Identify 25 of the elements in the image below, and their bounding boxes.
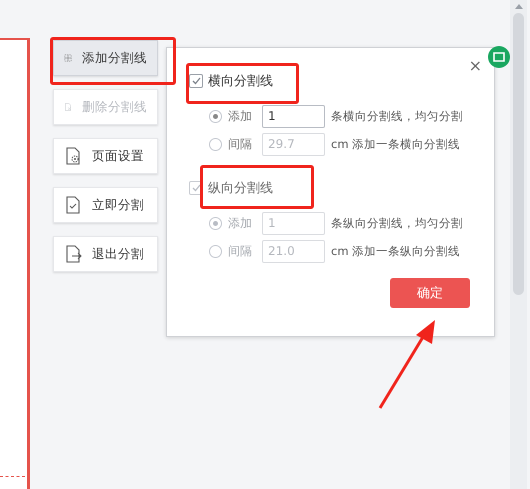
check-icon <box>192 184 200 192</box>
app-icon[interactable] <box>488 46 510 68</box>
check-icon <box>192 77 200 85</box>
document-check-icon <box>64 196 82 214</box>
radio-button[interactable] <box>209 110 222 122</box>
sidebar-button[interactable]: 页面设置 <box>53 138 158 174</box>
confirm-button[interactable]: 确定 <box>390 278 470 308</box>
scroll-up-icon[interactable] <box>514 4 522 9</box>
sidebar-button[interactable]: 添加分割线 <box>53 40 158 76</box>
number-field[interactable]: 1 <box>262 104 325 128</box>
section-checkbox[interactable]: 横向分割线 <box>189 72 494 90</box>
document-arrow-icon <box>64 245 82 263</box>
option-label: 添加 <box>228 214 253 232</box>
option-description: cm 添加一条横向分割线 <box>331 136 460 152</box>
option-label: 间隔 <box>228 242 253 260</box>
scrollbar[interactable] <box>510 0 527 489</box>
option-description: 条纵向分割线，均匀分割 <box>331 216 463 230</box>
close-button[interactable]: × <box>466 56 484 75</box>
option-description: cm 添加一条纵向分割线 <box>331 244 460 258</box>
document-gear-icon <box>64 147 82 165</box>
option-label: 添加 <box>228 108 253 124</box>
option-description: 条横向分割线，均匀分割 <box>331 108 463 124</box>
sidebar-button[interactable]: 退出分割 <box>53 236 158 272</box>
sidebar-button[interactable]: 立即分割 <box>53 187 158 223</box>
option-label: 间隔 <box>228 136 253 152</box>
